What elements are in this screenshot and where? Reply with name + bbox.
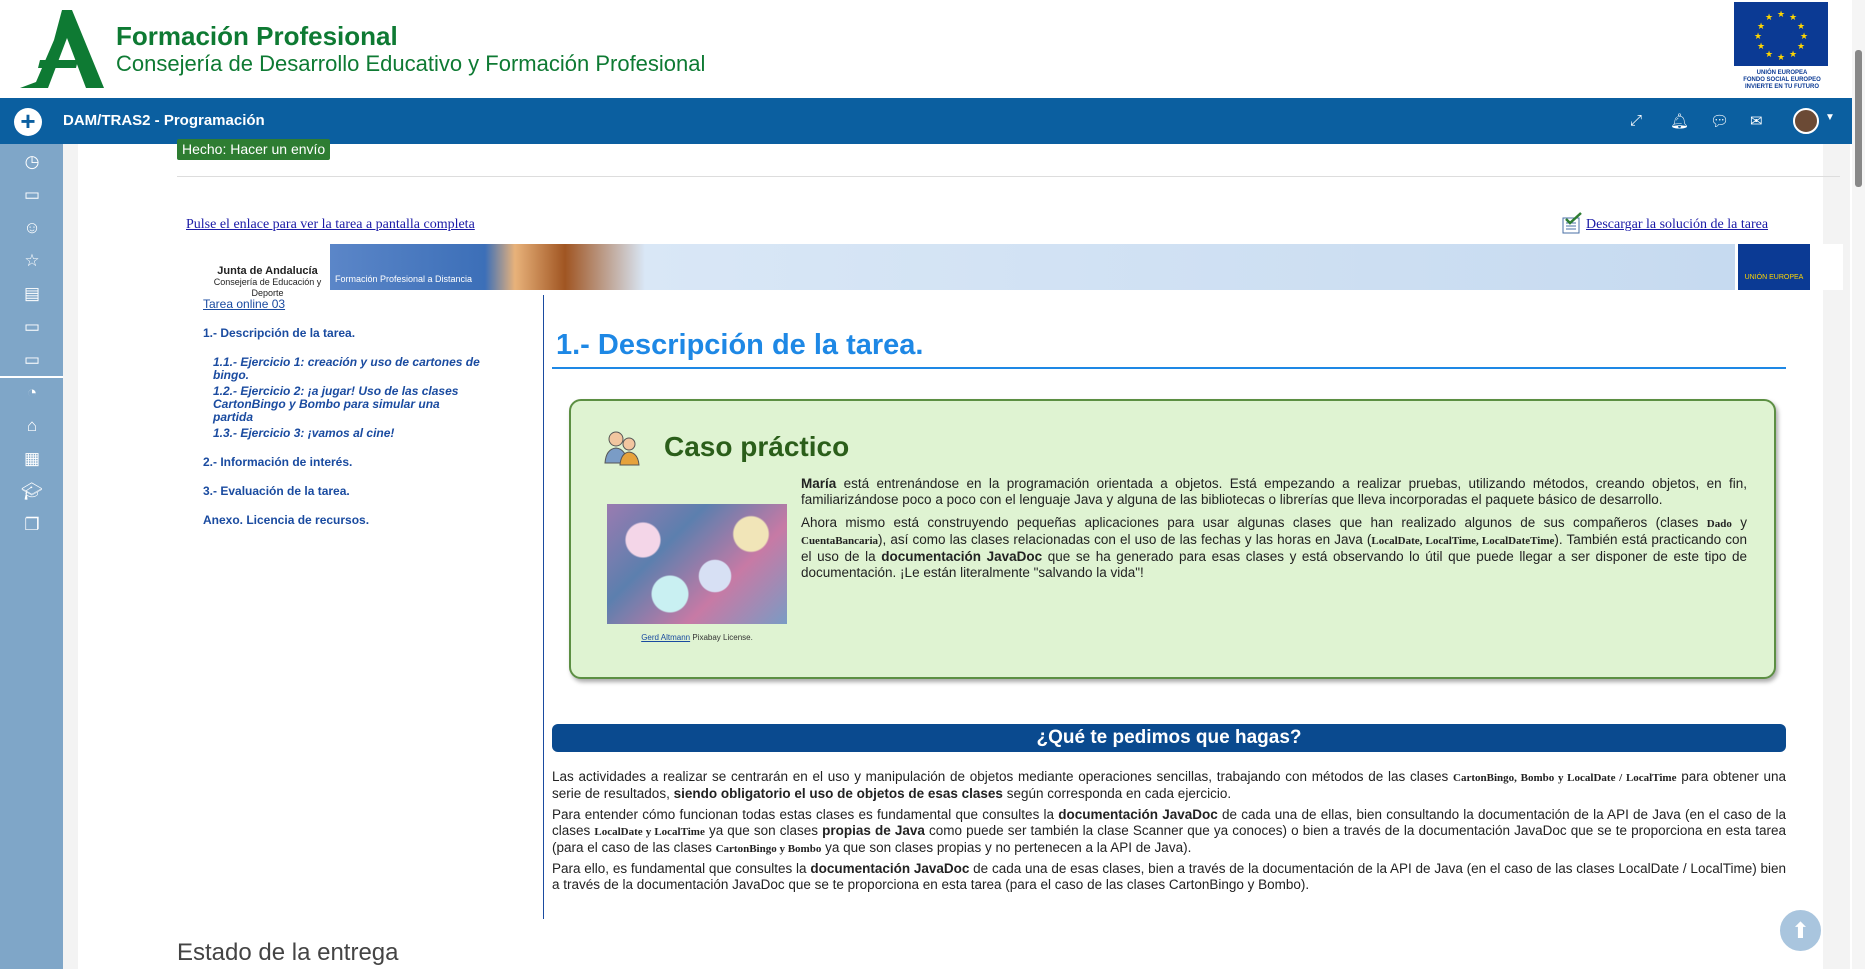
eu-flag-icon: ★ ★ ★ ★ ★ ★ ★ ★ ★ ★ ★ ★ bbox=[1734, 2, 1828, 66]
junta-banner-logo: Junta de Andalucía Consejería de Educaci… bbox=[205, 244, 330, 299]
toc-item[interactable]: Anexo. Licencia de recursos. bbox=[203, 514, 369, 527]
clock-icon[interactable]: ◷ bbox=[20, 152, 44, 176]
junta-andalucia-logo[interactable] bbox=[18, 8, 106, 90]
folder-icon[interactable]: ▭ bbox=[20, 185, 44, 209]
top-navbar: + DAM/TRAS2 - Programación ⤢ 🔔︎ 💬︎ ✉ ▼ bbox=[0, 98, 1865, 144]
caso-text: ), así como las clases relacionadas con … bbox=[878, 532, 1372, 547]
body-text: Las actividades a realizar se centrarán … bbox=[552, 769, 1454, 784]
bell-icon[interactable]: 🔔︎ bbox=[1670, 112, 1689, 130]
divider bbox=[177, 176, 1840, 177]
avatar[interactable] bbox=[1793, 108, 1819, 134]
add-icon[interactable]: + bbox=[14, 108, 42, 136]
toc-item[interactable]: 1.- Descripción de la tarea. bbox=[203, 327, 355, 340]
body-bold: documentación JavaDoc bbox=[810, 861, 970, 876]
graduation-icon[interactable]: 🎓︎ bbox=[20, 482, 44, 506]
toc-item[interactable]: 1.1.- Ejercicio 1: creación y uso de car… bbox=[213, 356, 483, 382]
body-bold: siendo obligatorio el uso de objetos de … bbox=[673, 786, 1003, 801]
folder-icon[interactable]: ▭ bbox=[20, 317, 44, 341]
caso-practico-box: Caso práctico Gerd Altmann Pixabay Licen… bbox=[569, 399, 1776, 679]
assignment-card: Hecho: Hacer un envío Pulse el enlace pa… bbox=[78, 139, 1843, 969]
star-icon[interactable]: ☆ bbox=[20, 251, 44, 275]
toc-item[interactable]: 2.- Información de interés. bbox=[203, 456, 352, 469]
left-sidebar: ◷ ▭ ☺ ☆ ▤ ▭ ▭ ◔ ⌂ ▦ 🎓︎ ❐ bbox=[0, 144, 63, 969]
fullscreen-link[interactable]: Pulse el enlace para ver la tarea a pant… bbox=[186, 217, 475, 233]
junta-department: Consejería de Educación y Deporte bbox=[213, 277, 322, 298]
caso-paragraph-1: María está entrenándose en la programaci… bbox=[801, 476, 1747, 508]
window-scrollbar[interactable] bbox=[1852, 0, 1865, 969]
body-text: Para entender cómo funcionan todas estas… bbox=[552, 807, 1059, 822]
chat-icon[interactable]: 💬︎ bbox=[1710, 112, 1729, 130]
eu-mini-logo: UNIÓN EUROPEA bbox=[1738, 244, 1810, 290]
body-bold: propias de Java bbox=[822, 823, 925, 838]
credit-license: Pixabay License. bbox=[690, 633, 753, 642]
toc-item[interactable]: 1.2.- Ejercicio 2: ¡a jugar! Uso de las … bbox=[213, 385, 483, 424]
calendar-icon[interactable]: ▦ bbox=[20, 449, 44, 473]
eu-logo: ★ ★ ★ ★ ★ ★ ★ ★ ★ ★ ★ ★ UNIÓN EUROPEA FONDO SOCIAL … bbox=[1734, 2, 1830, 92]
body-paragraph-1: Las actividades a realizar se centrarán … bbox=[552, 769, 1786, 802]
toc-item[interactable]: 1.3.- Ejercicio 3: ¡vamos al cine! bbox=[213, 427, 394, 440]
task-banner: Junta de Andalucía Consejería de Educaci… bbox=[185, 244, 1843, 299]
clocks-image bbox=[607, 504, 787, 624]
body-paragraph-3: Para ello, es fundamental que consultes … bbox=[552, 861, 1786, 893]
caso-text: y bbox=[1731, 515, 1747, 530]
people-icon bbox=[604, 431, 640, 466]
class-name: CuentaBancaria bbox=[801, 535, 878, 547]
image-credit: Gerd Altmann Pixabay License. bbox=[607, 633, 787, 642]
copy-icon[interactable]: ❐ bbox=[20, 515, 44, 539]
mail-icon[interactable]: ✉ bbox=[1750, 112, 1763, 130]
class-name: Dado bbox=[1706, 518, 1732, 530]
course-title[interactable]: DAM/TRAS2 - Programación bbox=[63, 112, 265, 129]
site-header: Formación Profesional Consejería de Desa… bbox=[0, 0, 1865, 98]
body-text: Para ello, es fundamental que consultes … bbox=[552, 861, 811, 876]
body-paragraph-2: Para entender cómo funcionan todas estas… bbox=[552, 807, 1786, 857]
caso-paragraph-2: Ahora mismo está construyendo pequeñas a… bbox=[801, 515, 1747, 581]
home-icon[interactable]: ⌂ bbox=[20, 416, 44, 440]
chevron-down-icon[interactable]: ▼ bbox=[1825, 112, 1835, 123]
caso-text: Ahora mismo está construyendo pequeñas a… bbox=[801, 515, 1707, 530]
body-bold: documentación JavaDoc bbox=[1058, 807, 1218, 822]
pedimos-heading: ¿Qué te pedimos que hagas? bbox=[552, 724, 1786, 752]
submission-status-heading: Estado de la entrega bbox=[177, 939, 399, 966]
credit-author-link[interactable]: Gerd Altmann bbox=[641, 633, 690, 642]
class-name: LocalDate, LocalTime, LocalDateTime bbox=[1371, 535, 1555, 547]
task-iframe[interactable]: Junta de Andalucía Consejería de Educaci… bbox=[185, 244, 1843, 919]
toc-divider bbox=[543, 295, 544, 919]
body-text: ya que son clases propias y no pertenece… bbox=[821, 840, 1192, 855]
class-name: CartonBingo y Bombo bbox=[715, 843, 822, 855]
expand-icon[interactable]: ⤢ bbox=[1630, 112, 1642, 129]
caso-bold: documentación JavaDoc bbox=[881, 549, 1043, 564]
status-badge: Hecho: Hacer un envío bbox=[177, 139, 331, 160]
eu-label: UNIÓN EUROPEA FONDO SOCIAL EUROPEO INVIE… bbox=[1743, 70, 1821, 90]
class-name: CartonBingo, Bombo y LocalDate / LocalTi… bbox=[1453, 772, 1677, 784]
sidebar-divider bbox=[0, 376, 63, 378]
user-icon[interactable]: ☺ bbox=[20, 218, 44, 242]
caso-text: está entrenándose en la programación ori… bbox=[801, 476, 1747, 507]
heading-underline bbox=[552, 367, 1786, 369]
toc-title-link[interactable]: Tarea online 03 bbox=[203, 297, 285, 311]
caso-title: Caso práctico bbox=[664, 431, 850, 462]
scroll-thumb[interactable] bbox=[1855, 50, 1862, 187]
download-solution-link[interactable]: Descargar la solución de la tarea bbox=[1586, 217, 1768, 233]
body-text: ya que son clases bbox=[704, 823, 823, 838]
class-name: LocalDate y LocalTime bbox=[594, 826, 705, 838]
dashboard-icon[interactable]: ◔ bbox=[20, 383, 44, 407]
toc-item[interactable]: 3.- Evaluación de la tarea. bbox=[203, 485, 350, 498]
folder-icon[interactable]: ▭ bbox=[20, 350, 44, 374]
section-heading: 1.- Descripción de la tarea. bbox=[556, 329, 924, 361]
back-to-top-button[interactable]: ⬆ bbox=[1778, 908, 1823, 953]
checklist-icon[interactable] bbox=[1561, 212, 1583, 234]
brand-subtitle: Consejería de Desarrollo Educativo y For… bbox=[116, 51, 706, 76]
character-name: María bbox=[801, 476, 837, 491]
main-content: Hecho: Hacer un envío Pulse el enlace pa… bbox=[63, 139, 1850, 969]
fpd-label: Formación Profesional a Distancia bbox=[335, 274, 473, 284]
junta-name: Junta de Andalucía bbox=[217, 265, 318, 277]
brand-title: Formación Profesional bbox=[116, 21, 398, 51]
body-text: según corresponda en cada ejercicio. bbox=[1002, 786, 1232, 801]
book-icon[interactable]: ▤ bbox=[20, 284, 44, 308]
